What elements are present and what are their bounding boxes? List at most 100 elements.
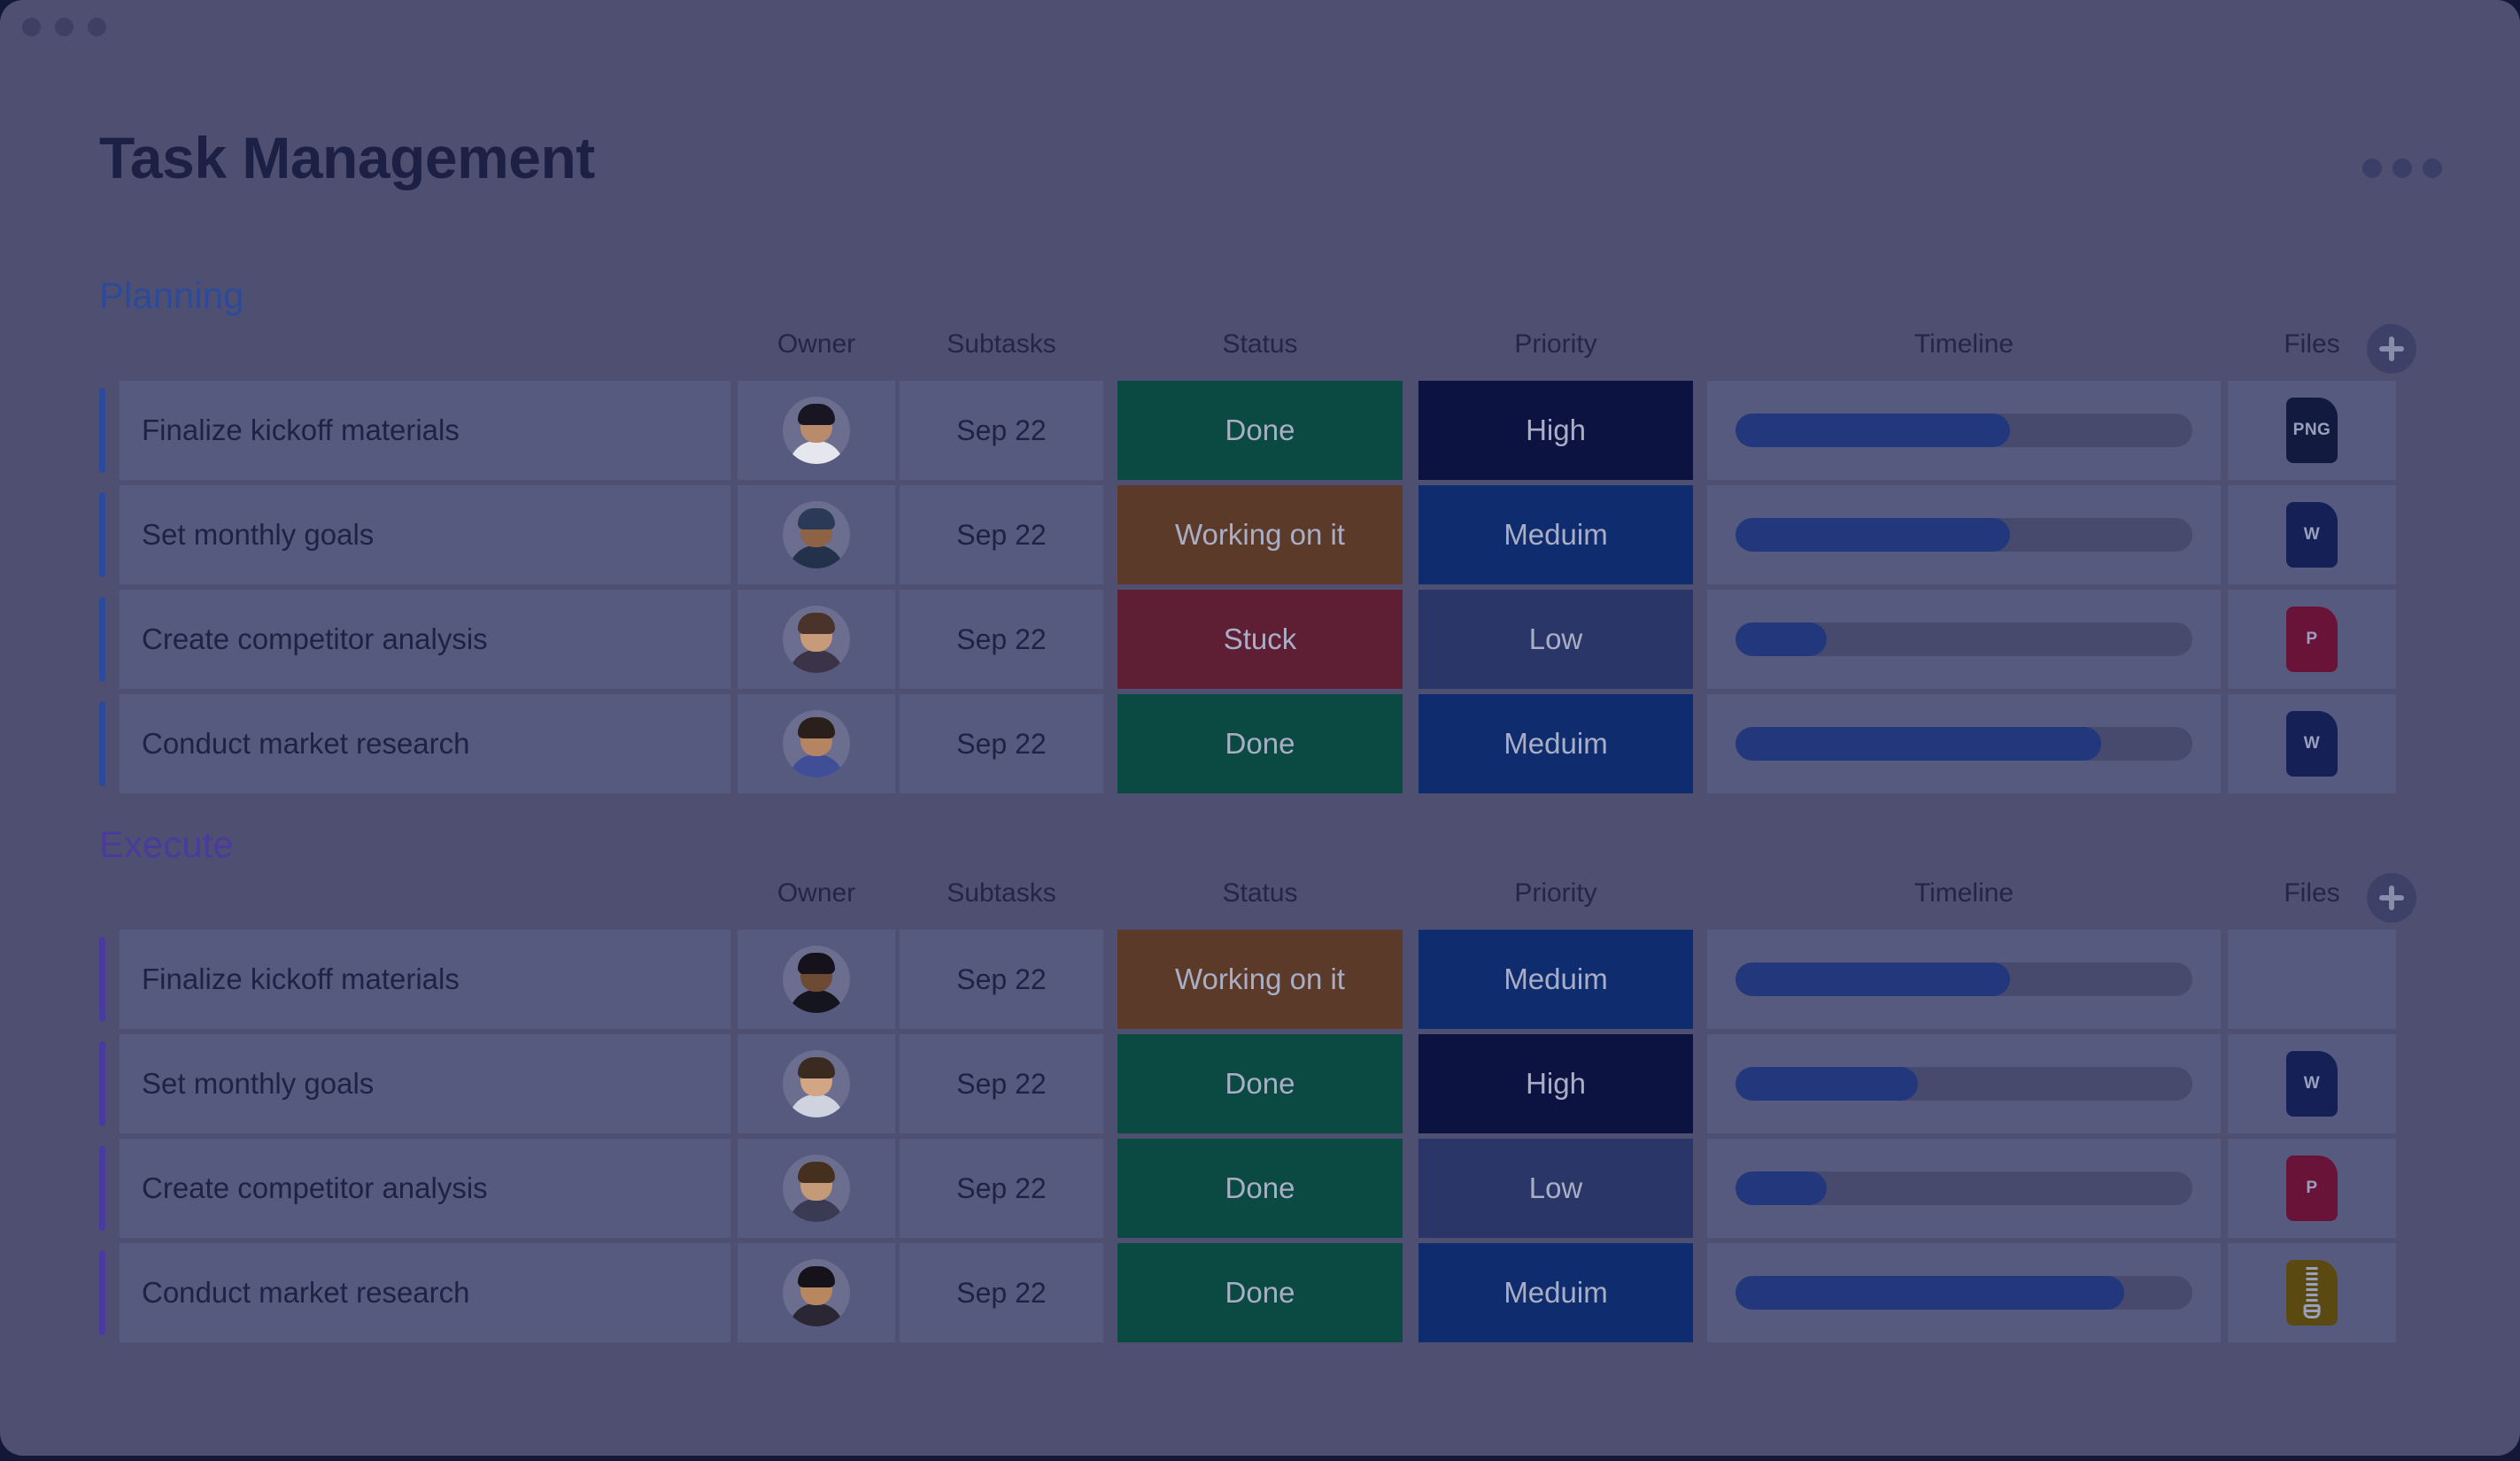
cell-owner[interactable] (738, 485, 895, 584)
cell-priority[interactable]: Meduim (1418, 485, 1693, 584)
cell-files[interactable]: P (2228, 1139, 2396, 1238)
table-row[interactable]: Finalize kickoff materials Sep 22 Working … (0, 930, 2520, 1029)
timeline-progress-bar[interactable] (1735, 414, 2192, 447)
file-badge-icon[interactable]: PNG (2286, 398, 2338, 463)
avatar[interactable] (783, 710, 850, 777)
file-badge-icon[interactable]: W (2286, 502, 2338, 568)
timeline-progress-bar[interactable] (1735, 1276, 2192, 1310)
column-header-subtasks[interactable]: Subtasks (900, 329, 1103, 359)
avatar[interactable] (783, 501, 850, 568)
cell-status[interactable]: Stuck (1117, 590, 1403, 689)
cell-timeline[interactable] (1707, 485, 2221, 584)
file-badge-icon[interactable]: W (2286, 711, 2338, 777)
cell-files[interactable]: P (2228, 590, 2396, 689)
close-dot[interactable] (22, 18, 41, 36)
cell-owner[interactable] (738, 381, 895, 480)
cell-owner[interactable] (738, 694, 895, 793)
cell-task-name[interactable]: Create competitor analysis (120, 1139, 730, 1238)
column-header-timeline[interactable]: Timeline (1707, 329, 2221, 359)
timeline-progress-bar[interactable] (1735, 727, 2192, 761)
cell-subtasks[interactable]: Sep 22 (900, 1243, 1103, 1342)
cell-timeline[interactable] (1707, 1243, 2221, 1342)
cell-priority[interactable]: Low (1418, 1139, 1693, 1238)
cell-owner[interactable] (738, 590, 895, 689)
add-column-button[interactable] (2367, 873, 2416, 923)
cell-owner[interactable] (738, 930, 895, 1029)
cell-status[interactable]: Done (1117, 381, 1403, 480)
cell-subtasks[interactable]: Sep 22 (900, 381, 1103, 480)
column-header-status[interactable]: Status (1117, 329, 1403, 359)
cell-task-name[interactable]: Create competitor analysis (120, 590, 730, 689)
add-column-button[interactable] (2367, 324, 2416, 374)
maximize-dot[interactable] (88, 18, 106, 36)
avatar[interactable] (783, 606, 850, 673)
avatar[interactable] (783, 946, 850, 1013)
cell-status[interactable]: Done (1117, 1034, 1403, 1133)
cell-subtasks[interactable]: Sep 22 (900, 590, 1103, 689)
timeline-progress-bar[interactable] (1735, 1067, 2192, 1101)
cell-task-name[interactable]: Finalize kickoff materials (120, 930, 730, 1029)
column-header-owner[interactable]: Owner (738, 878, 895, 908)
cell-priority[interactable]: Meduim (1418, 930, 1693, 1029)
cell-files[interactable] (2228, 1243, 2396, 1342)
file-badge-icon[interactable]: W (2286, 1051, 2338, 1117)
cell-status[interactable]: Working on it (1117, 485, 1403, 584)
column-header-owner[interactable]: Owner (738, 329, 895, 359)
timeline-progress-bar[interactable] (1735, 622, 2192, 656)
cell-priority[interactable]: High (1418, 1034, 1693, 1133)
cell-timeline[interactable] (1707, 590, 2221, 689)
avatar[interactable] (783, 397, 850, 464)
cell-owner[interactable] (738, 1243, 895, 1342)
cell-task-name[interactable]: Set monthly goals (120, 485, 730, 584)
cell-status[interactable]: Done (1117, 694, 1403, 793)
group-title[interactable]: Execute (99, 823, 234, 866)
timeline-progress-bar[interactable] (1735, 962, 2192, 996)
cell-timeline[interactable] (1707, 381, 2221, 480)
timeline-progress-bar[interactable] (1735, 1171, 2192, 1205)
cell-timeline[interactable] (1707, 1034, 2221, 1133)
cell-owner[interactable] (738, 1139, 895, 1238)
group-title[interactable]: Planning (99, 274, 243, 317)
cell-subtasks[interactable]: Sep 22 (900, 1034, 1103, 1133)
table-row[interactable]: Create competitor analysis Sep 22 Stuck Low… (0, 590, 2520, 689)
cell-timeline[interactable] (1707, 1139, 2221, 1238)
timeline-progress-bar[interactable] (1735, 518, 2192, 552)
cell-task-name[interactable]: Conduct market research (120, 1243, 730, 1342)
cell-subtasks[interactable]: Sep 22 (900, 1139, 1103, 1238)
overflow-menu-button[interactable] (2362, 158, 2442, 179)
cell-status[interactable]: Done (1117, 1139, 1403, 1238)
table-row[interactable]: Finalize kickoff materials Sep 22 Done High… (0, 381, 2520, 480)
table-row[interactable]: Conduct market research Sep 22 Done Meduim W (0, 694, 2520, 793)
avatar[interactable] (783, 1155, 850, 1222)
column-header-timeline[interactable]: Timeline (1707, 878, 2221, 908)
minimize-dot[interactable] (55, 18, 73, 36)
cell-owner[interactable] (738, 1034, 895, 1133)
cell-task-name[interactable]: Finalize kickoff materials (120, 381, 730, 480)
cell-timeline[interactable] (1707, 694, 2221, 793)
avatar[interactable] (783, 1259, 850, 1326)
cell-priority[interactable]: Meduim (1418, 1243, 1693, 1342)
cell-files[interactable]: W (2228, 694, 2396, 793)
file-badge-icon[interactable]: P (2286, 1156, 2338, 1221)
cell-files[interactable]: PNG (2228, 381, 2396, 480)
cell-files[interactable] (2228, 930, 2396, 1029)
cell-files[interactable]: W (2228, 1034, 2396, 1133)
cell-task-name[interactable]: Set monthly goals (120, 1034, 730, 1133)
cell-status[interactable]: Done (1117, 1243, 1403, 1342)
table-row[interactable]: Set monthly goals Sep 22 Done High W (0, 1034, 2520, 1133)
cell-subtasks[interactable]: Sep 22 (900, 694, 1103, 793)
cell-status[interactable]: Working on it (1117, 930, 1403, 1029)
column-header-subtasks[interactable]: Subtasks (900, 878, 1103, 908)
file-badge-icon[interactable]: P (2286, 607, 2338, 672)
table-row[interactable]: Conduct market research Sep 22 Done Meduim (0, 1243, 2520, 1342)
table-row[interactable]: Set monthly goals Sep 22 Working on it Medu… (0, 485, 2520, 584)
column-header-priority[interactable]: Priority (1418, 878, 1693, 908)
column-header-status[interactable]: Status (1117, 878, 1403, 908)
table-row[interactable]: Create competitor analysis Sep 22 Done Low P (0, 1139, 2520, 1238)
cell-files[interactable]: W (2228, 485, 2396, 584)
cell-priority[interactable]: Low (1418, 590, 1693, 689)
cell-task-name[interactable]: Conduct market research (120, 694, 730, 793)
cell-priority[interactable]: Meduim (1418, 694, 1693, 793)
file-badge-icon[interactable] (2286, 1260, 2338, 1326)
cell-subtasks[interactable]: Sep 22 (900, 485, 1103, 584)
